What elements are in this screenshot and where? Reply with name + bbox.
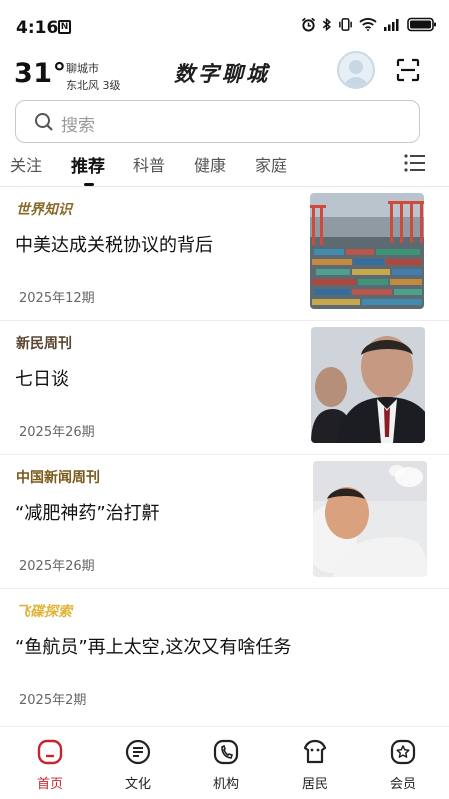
publication-name: 世界知识: [16, 202, 72, 218]
wifi-icon: [359, 18, 377, 31]
issue-label: 2025年26期: [19, 425, 95, 440]
signal-icon: [384, 19, 399, 31]
nav-home[interactable]: 首页: [14, 727, 84, 799]
article-headline: 中美达成关税协议的背后: [15, 235, 213, 256]
article-thumbnail: [311, 327, 425, 443]
container-port-photo: [310, 193, 424, 309]
scan-button[interactable]: [394, 56, 422, 84]
publication-name: 新民周刊: [16, 336, 72, 352]
nav-member[interactable]: 会员: [367, 727, 437, 799]
article-headline: “鱼航员”再上太空,这次又有啥任务: [15, 637, 292, 658]
nfc-icon: N: [58, 20, 71, 34]
vibrate-icon: [339, 17, 352, 31]
status-icons: [301, 14, 437, 34]
article-thumbnail: [310, 193, 424, 309]
culture-icon: [125, 739, 151, 765]
article-card[interactable]: 新民周刊 七日谈 2025年26期: [0, 321, 449, 455]
status-bar: 4:16 N: [0, 0, 449, 56]
issue-label: 2025年26期: [19, 559, 95, 574]
nav-label: 会员: [389, 777, 416, 792]
status-time: 4:16: [16, 18, 59, 38]
tab-recommend[interactable]: 推荐: [71, 152, 105, 177]
temperature: 31°: [14, 58, 67, 89]
tab-health[interactable]: 健康: [194, 152, 226, 176]
article-card[interactable]: 飞碟探索 “鱼航员”再上太空,这次又有啥任务 2025年2期: [0, 589, 449, 723]
article-thumbnail: [313, 461, 427, 577]
snoring-man-photo: [313, 461, 427, 577]
nav-institution[interactable]: 机构: [190, 727, 260, 799]
tab-science[interactable]: 科普: [133, 152, 165, 176]
publication-name: 飞碟探索: [16, 604, 72, 620]
scan-icon: [396, 58, 420, 82]
wind-info: 东北风 3级: [66, 79, 121, 92]
nav-label: 机构: [212, 777, 239, 792]
member-icon: [390, 739, 416, 765]
tab-family[interactable]: 家庭: [255, 152, 287, 176]
article-headline: 七日谈: [15, 369, 69, 390]
nav-label: 首页: [36, 777, 63, 792]
nav-culture[interactable]: 文化: [102, 727, 172, 799]
nav-resident[interactable]: 居民: [279, 727, 349, 799]
article-card[interactable]: 世界知识 中美达成关税协议的背后 2025年12期: [0, 187, 449, 321]
issue-label: 2025年12期: [19, 291, 95, 306]
issue-label: 2025年2期: [19, 693, 87, 708]
tab-menu-button[interactable]: [403, 152, 427, 174]
alarm-icon: [301, 17, 316, 32]
avatar-icon: [343, 60, 369, 87]
category-tabs: 关注 推荐 科普 健康 家庭: [0, 148, 449, 186]
nav-label: 居民: [301, 777, 328, 792]
search-icon: [35, 113, 53, 131]
city-name: 聊城市: [66, 62, 99, 75]
bluetooth-icon: [322, 17, 331, 31]
home-icon: [37, 739, 63, 765]
politician-photo: [311, 327, 425, 443]
resident-icon: [303, 739, 327, 764]
nav-label: 文化: [124, 777, 151, 792]
phone-icon: [213, 739, 239, 765]
search-input[interactable]: 搜索: [15, 100, 420, 143]
battery-icon: [407, 17, 436, 31]
article-headline: “减肥神药”治打鼾: [15, 503, 160, 524]
menu-list-icon: [404, 154, 425, 172]
publication-name: 中国新闻周刊: [16, 470, 100, 486]
search-placeholder: 搜索: [61, 116, 95, 136]
bottom-nav: 首页 文化 机构 居民 会员: [0, 726, 449, 799]
app-logo: 数字聊城: [174, 61, 270, 86]
article-card[interactable]: 中国新闻周刊 “减肥神药”治打鼾 2025年26期: [0, 455, 449, 589]
user-avatar[interactable]: [337, 51, 375, 89]
tab-follow[interactable]: 关注: [10, 152, 42, 176]
